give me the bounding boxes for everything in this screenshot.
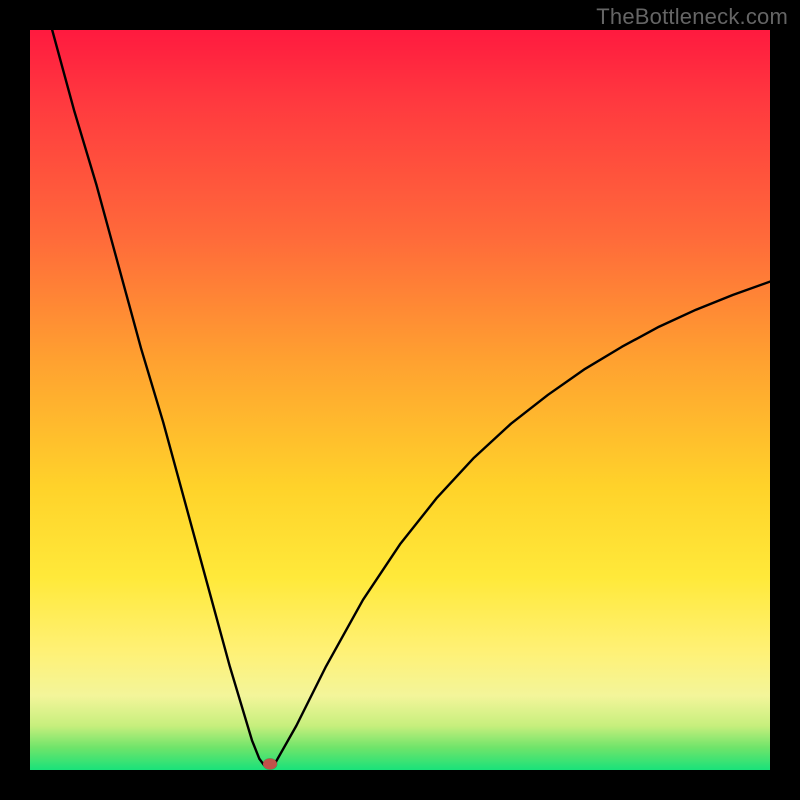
minimum-marker (263, 759, 277, 770)
chart-stage: TheBottleneck.com (0, 0, 800, 800)
plot-area (30, 30, 770, 770)
curve-layer (30, 30, 770, 770)
bottleneck-curve (52, 30, 770, 765)
attribution-text: TheBottleneck.com (596, 4, 788, 30)
